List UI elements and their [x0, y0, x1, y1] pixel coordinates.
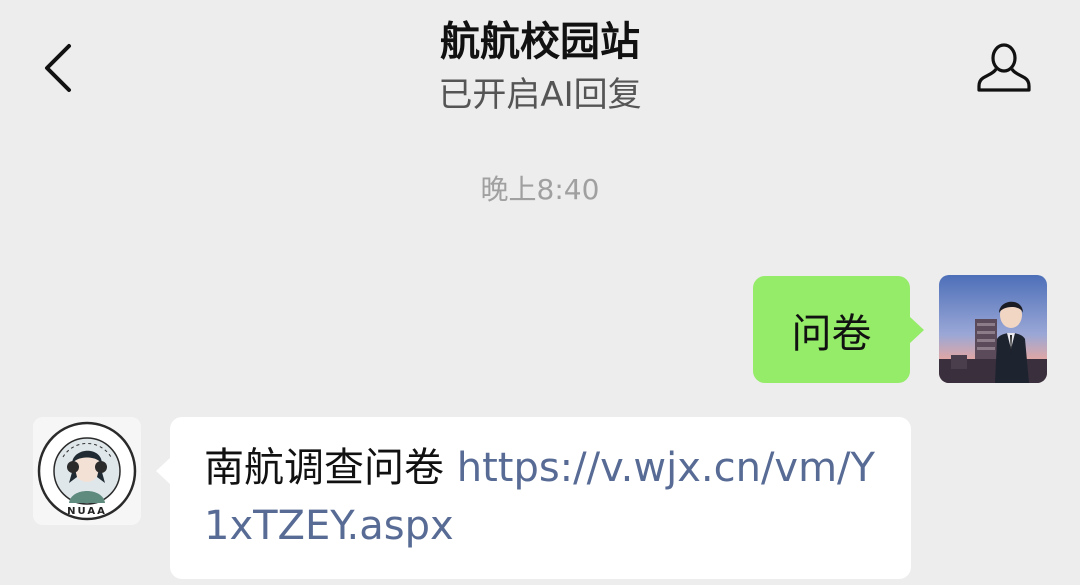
- incoming-message-bubble[interactable]: 南航调查问卷 https://v.wjx.cn/vm/Y1xTZEY.aspx: [156, 417, 911, 579]
- self-avatar-image: [939, 275, 1047, 383]
- outgoing-message-bubble[interactable]: 问卷: [753, 276, 924, 383]
- bot-avatar[interactable]: NUAA: [33, 417, 141, 525]
- self-avatar[interactable]: [939, 275, 1047, 383]
- person-icon: [977, 43, 1031, 92]
- incoming-message-text: 南航调查问卷: [204, 445, 444, 491]
- chat-header: 航航校园站 已开启AI回复: [0, 0, 1080, 135]
- message-timestamp: 晚上8:40: [480, 173, 600, 206]
- chat-subtitle: 已开启AI回复: [438, 75, 642, 115]
- nuaa-seal-icon: NUAA: [33, 417, 141, 525]
- svg-text:NUAA: NUAA: [67, 506, 107, 517]
- profile-button[interactable]: [972, 38, 1036, 98]
- chat-title: 航航校园站: [440, 19, 640, 65]
- outgoing-message-text: 问卷: [791, 310, 872, 357]
